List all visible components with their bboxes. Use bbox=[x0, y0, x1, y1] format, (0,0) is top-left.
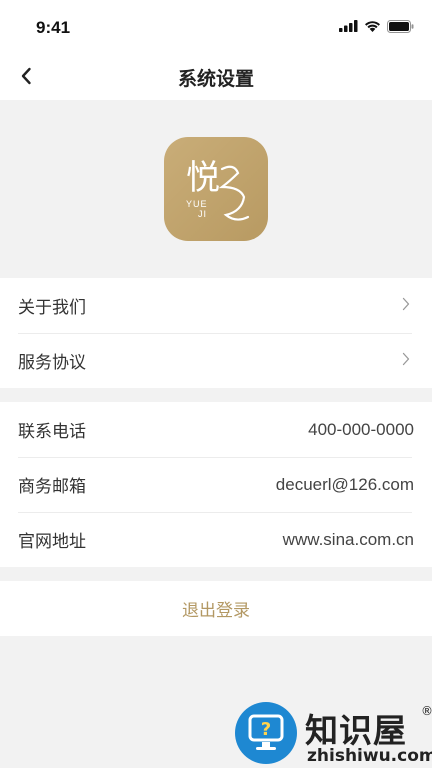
row-label: 联系电话 bbox=[18, 422, 86, 442]
logo-area: 悦 YUE JI bbox=[0, 100, 432, 278]
contact-phone-row[interactable]: 联系电话 400-000-0000 bbox=[0, 402, 432, 457]
website-row[interactable]: 官网地址 www.sina.com.cn bbox=[0, 512, 432, 567]
wifi-icon bbox=[365, 21, 380, 32]
svg-text:悦: 悦 bbox=[186, 158, 220, 198]
contact-phone-value: 400-000-0000 bbox=[308, 419, 414, 439]
status-bar: 9:41 bbox=[0, 0, 432, 52]
section-divider bbox=[0, 388, 432, 402]
watermark-logo: ? bbox=[235, 702, 297, 764]
row-label: 服务协议 bbox=[18, 353, 86, 373]
service-agreement-row[interactable]: 服务协议 bbox=[0, 333, 432, 388]
watermark-url: zhishiwu.com bbox=[307, 746, 432, 766]
chevron-right-icon bbox=[402, 352, 410, 366]
svg-text:YUE: YUE bbox=[186, 199, 208, 209]
chevron-right-icon bbox=[402, 297, 410, 311]
battery-icon bbox=[387, 19, 414, 33]
nav-bar: 系统设置 bbox=[0, 52, 432, 100]
about-us-row[interactable]: 关于我们 bbox=[0, 278, 432, 333]
cellular-signal-icon bbox=[339, 20, 358, 32]
info-group: 联系电话 400-000-0000 商务邮箱 decuerl@126.com 官… bbox=[0, 402, 432, 567]
monitor-question-icon: ? bbox=[248, 714, 284, 750]
row-label: 官网地址 bbox=[18, 532, 86, 552]
app-logo: 悦 YUE JI bbox=[164, 137, 268, 241]
watermark-title: 知识屋 bbox=[305, 711, 407, 750]
status-icons bbox=[339, 19, 414, 33]
website-value: www.sina.com.cn bbox=[282, 529, 414, 549]
logout-button[interactable]: 退出登录 bbox=[0, 581, 432, 636]
svg-text:JI: JI bbox=[198, 209, 207, 219]
status-time: 9:41 bbox=[36, 18, 71, 37]
section-divider bbox=[0, 567, 432, 581]
watermark: ? 知识屋 ® zhishiwu.com bbox=[233, 700, 432, 768]
business-email-row[interactable]: 商务邮箱 decuerl@126.com bbox=[0, 457, 432, 512]
registered-mark: ® bbox=[421, 704, 432, 718]
page-title: 系统设置 bbox=[177, 68, 254, 90]
row-label: 关于我们 bbox=[18, 298, 86, 318]
business-email-value: decuerl@126.com bbox=[275, 474, 414, 494]
svg-text:?: ? bbox=[261, 719, 271, 740]
row-label: 商务邮箱 bbox=[18, 477, 86, 497]
yueji-logo-mark: 悦 YUE JI bbox=[186, 158, 250, 221]
menu-group: 关于我们 服务协议 bbox=[0, 278, 432, 388]
